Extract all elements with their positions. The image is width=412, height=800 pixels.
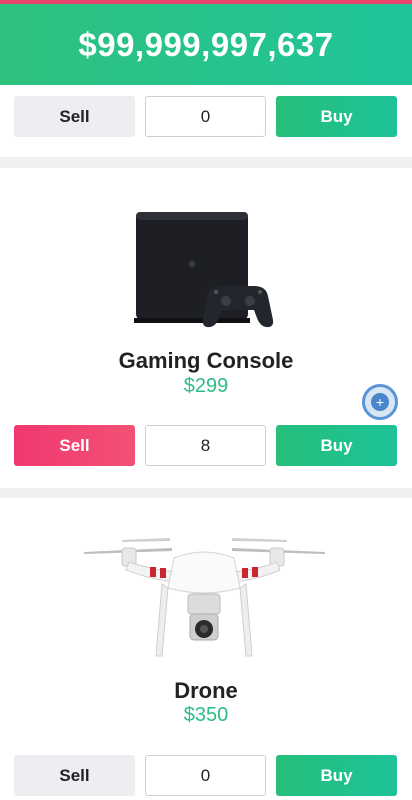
product-name: Gaming Console [118,348,294,373]
product-name: Drone [174,678,238,703]
product-price: $350 [183,704,229,726]
game-console-icon [134,212,274,328]
product-card-drone: Drone $350 Sell 0 Buy [0,498,412,800]
plus-icon: + [371,393,389,411]
floating-add-button[interactable]: + [362,384,398,420]
quantity-field[interactable]: 0 [145,96,266,137]
product-controls: Sell 0 Buy [14,96,398,137]
sell-button[interactable]: Sell [14,425,135,466]
product-controls: Sell 8 Buy [14,425,398,466]
product-controls: Sell 0 Buy [14,755,398,796]
drone-icon [84,538,325,657]
quantity-field[interactable]: 0 [145,755,266,796]
balance-header: $99,999,997,637 [0,0,412,85]
balance-amount: $99,999,997,637 [78,25,334,63]
product-card-gaming-console: Gaming Console $299 Sell 8 Buy [0,168,412,488]
buy-button[interactable]: Buy [276,96,397,137]
quantity-field[interactable]: 8 [145,425,266,466]
product-price: $299 [183,375,229,397]
sell-button[interactable]: Sell [14,96,135,137]
buy-button[interactable]: Buy [276,425,397,466]
sell-button[interactable]: Sell [14,755,135,796]
product-card-0: Sell 0 Buy [0,85,412,157]
buy-button[interactable]: Buy [276,755,397,796]
